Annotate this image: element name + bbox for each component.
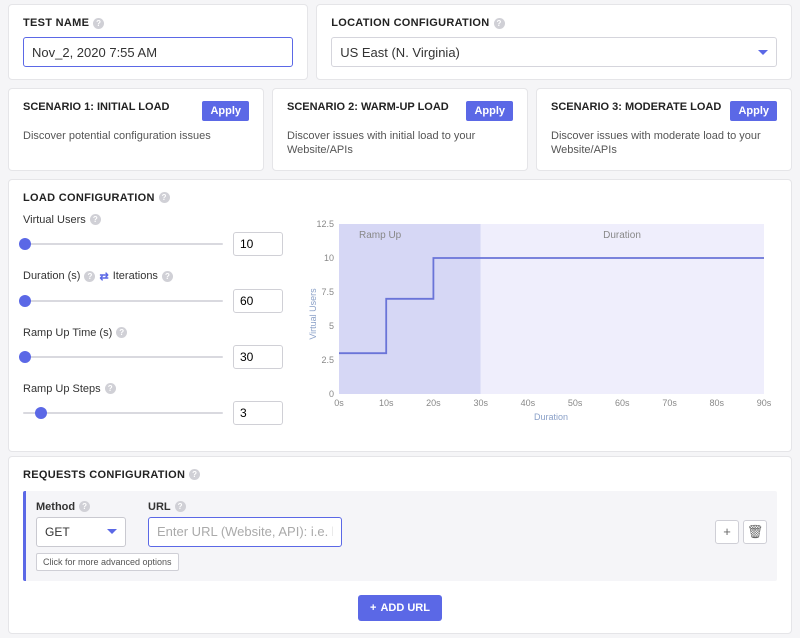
location-label-text: LOCATION CONFIGURATION [331, 17, 489, 29]
method-label: Method [36, 501, 75, 513]
scenario-card-2: SCENARIO 2: WARM-UP LOAD Apply Discover … [272, 88, 528, 171]
test-name-input[interactable] [23, 37, 293, 67]
chart-y-axis: Virtual Users [308, 287, 318, 339]
load-config-card: LOAD CONFIGURATION Virtual Users Duratio… [8, 179, 792, 452]
method-select[interactable]: GET [36, 517, 126, 547]
load-config-label-text: LOAD CONFIGURATION [23, 192, 155, 204]
svg-text:20s: 20s [426, 398, 441, 408]
requests-config-card: REQUESTS CONFIGURATION Method GET URL + … [8, 456, 792, 634]
duration-slider[interactable] [23, 300, 223, 302]
svg-text:0s: 0s [334, 398, 344, 408]
url-label: URL [148, 501, 171, 513]
chevron-down-icon [107, 529, 117, 534]
svg-text:70s: 70s [662, 398, 677, 408]
svg-text:5: 5 [329, 321, 334, 331]
svg-text:7.5: 7.5 [321, 287, 334, 297]
svg-text:40s: 40s [521, 398, 536, 408]
svg-text:2.5: 2.5 [321, 355, 334, 365]
help-icon[interactable] [162, 271, 173, 282]
chart-x-axis: Duration [534, 412, 568, 422]
svg-text:50s: 50s [568, 398, 583, 408]
scenario-title: SCENARIO 1: INITIAL LOAD [23, 101, 169, 113]
scenario-title: SCENARIO 2: WARM-UP LOAD [287, 101, 449, 113]
url-input[interactable] [148, 517, 342, 547]
requests-config-label: REQUESTS CONFIGURATION [23, 469, 777, 481]
test-name-card: TEST NAME [8, 4, 308, 80]
apply-button[interactable]: Apply [466, 101, 513, 121]
svg-text:12.5: 12.5 [316, 219, 334, 229]
svg-text:0: 0 [329, 389, 334, 399]
delete-request-button[interactable]: 🗑 [743, 520, 767, 544]
ramp-time-label: Ramp Up Time (s) [23, 327, 112, 339]
chart-duration-label: Duration [603, 230, 641, 241]
location-card: LOCATION CONFIGURATION US East (N. Virgi… [316, 4, 792, 80]
help-icon[interactable] [159, 192, 170, 203]
svg-text:80s: 80s [710, 398, 725, 408]
location-select[interactable]: US East (N. Virginia) [331, 37, 777, 67]
method-value: GET [45, 525, 70, 539]
iterations-label: Iterations [113, 270, 158, 282]
help-icon[interactable] [93, 18, 104, 29]
chart-ramp-label: Ramp Up [359, 230, 402, 241]
add-url-label: ADD URL [380, 602, 430, 614]
advanced-options-button[interactable]: Click for more advanced options [36, 553, 179, 571]
ramp-steps-label: Ramp Up Steps [23, 383, 101, 395]
apply-button[interactable]: Apply [730, 101, 777, 121]
ramp-steps-input[interactable] [233, 401, 283, 425]
scenario-title: SCENARIO 3: MODERATE LOAD [551, 101, 721, 113]
virtual-users-input[interactable] [233, 232, 283, 256]
svg-text:60s: 60s [615, 398, 630, 408]
duration-label: Duration (s) [23, 270, 80, 282]
test-name-label-text: TEST NAME [23, 17, 89, 29]
load-chart: 0 2.5 5 7.5 10 12.5 Virtual Users 0s 10s… [301, 214, 777, 424]
chevron-down-icon [758, 50, 768, 55]
plus-icon: + [370, 602, 376, 614]
location-label: LOCATION CONFIGURATION [331, 17, 777, 29]
sliders-panel: Virtual Users Duration (s) ⇄ Iterations [23, 214, 283, 439]
swap-icon[interactable]: ⇄ [99, 270, 108, 283]
scenario-card-1: SCENARIO 1: INITIAL LOAD Apply Discover … [8, 88, 264, 171]
scenario-desc: Discover issues with moderate load to yo… [551, 129, 777, 158]
help-icon[interactable] [494, 18, 505, 29]
help-icon[interactable] [79, 501, 90, 512]
request-row: Method GET URL + 🗑 Click for more advanc… [23, 491, 777, 581]
apply-button[interactable]: Apply [202, 101, 249, 121]
scenario-card-3: SCENARIO 3: MODERATE LOAD Apply Discover… [536, 88, 792, 171]
virtual-users-slider[interactable] [23, 243, 223, 245]
scenario-desc: Discover issues with initial load to you… [287, 129, 513, 158]
help-icon[interactable] [116, 327, 127, 338]
svg-text:10s: 10s [379, 398, 394, 408]
load-config-label: LOAD CONFIGURATION [23, 192, 777, 204]
location-value: US East (N. Virginia) [340, 45, 460, 60]
ramp-steps-slider[interactable] [23, 412, 223, 414]
virtual-users-label: Virtual Users [23, 214, 86, 226]
help-icon[interactable] [189, 469, 200, 480]
help-icon[interactable] [84, 271, 95, 282]
add-url-button[interactable]: + ADD URL [358, 595, 442, 621]
help-icon[interactable] [90, 214, 101, 225]
ramp-time-input[interactable] [233, 345, 283, 369]
ramp-time-slider[interactable] [23, 356, 223, 358]
scenario-desc: Discover potential configuration issues [23, 129, 249, 143]
test-name-label: TEST NAME [23, 17, 293, 29]
help-icon[interactable] [175, 501, 186, 512]
svg-text:10: 10 [324, 253, 334, 263]
add-request-button[interactable]: + [715, 520, 739, 544]
duration-input[interactable] [233, 289, 283, 313]
svg-text:30s: 30s [473, 398, 488, 408]
help-icon[interactable] [105, 383, 116, 394]
requests-config-label-text: REQUESTS CONFIGURATION [23, 469, 185, 481]
svg-text:90s: 90s [757, 398, 772, 408]
